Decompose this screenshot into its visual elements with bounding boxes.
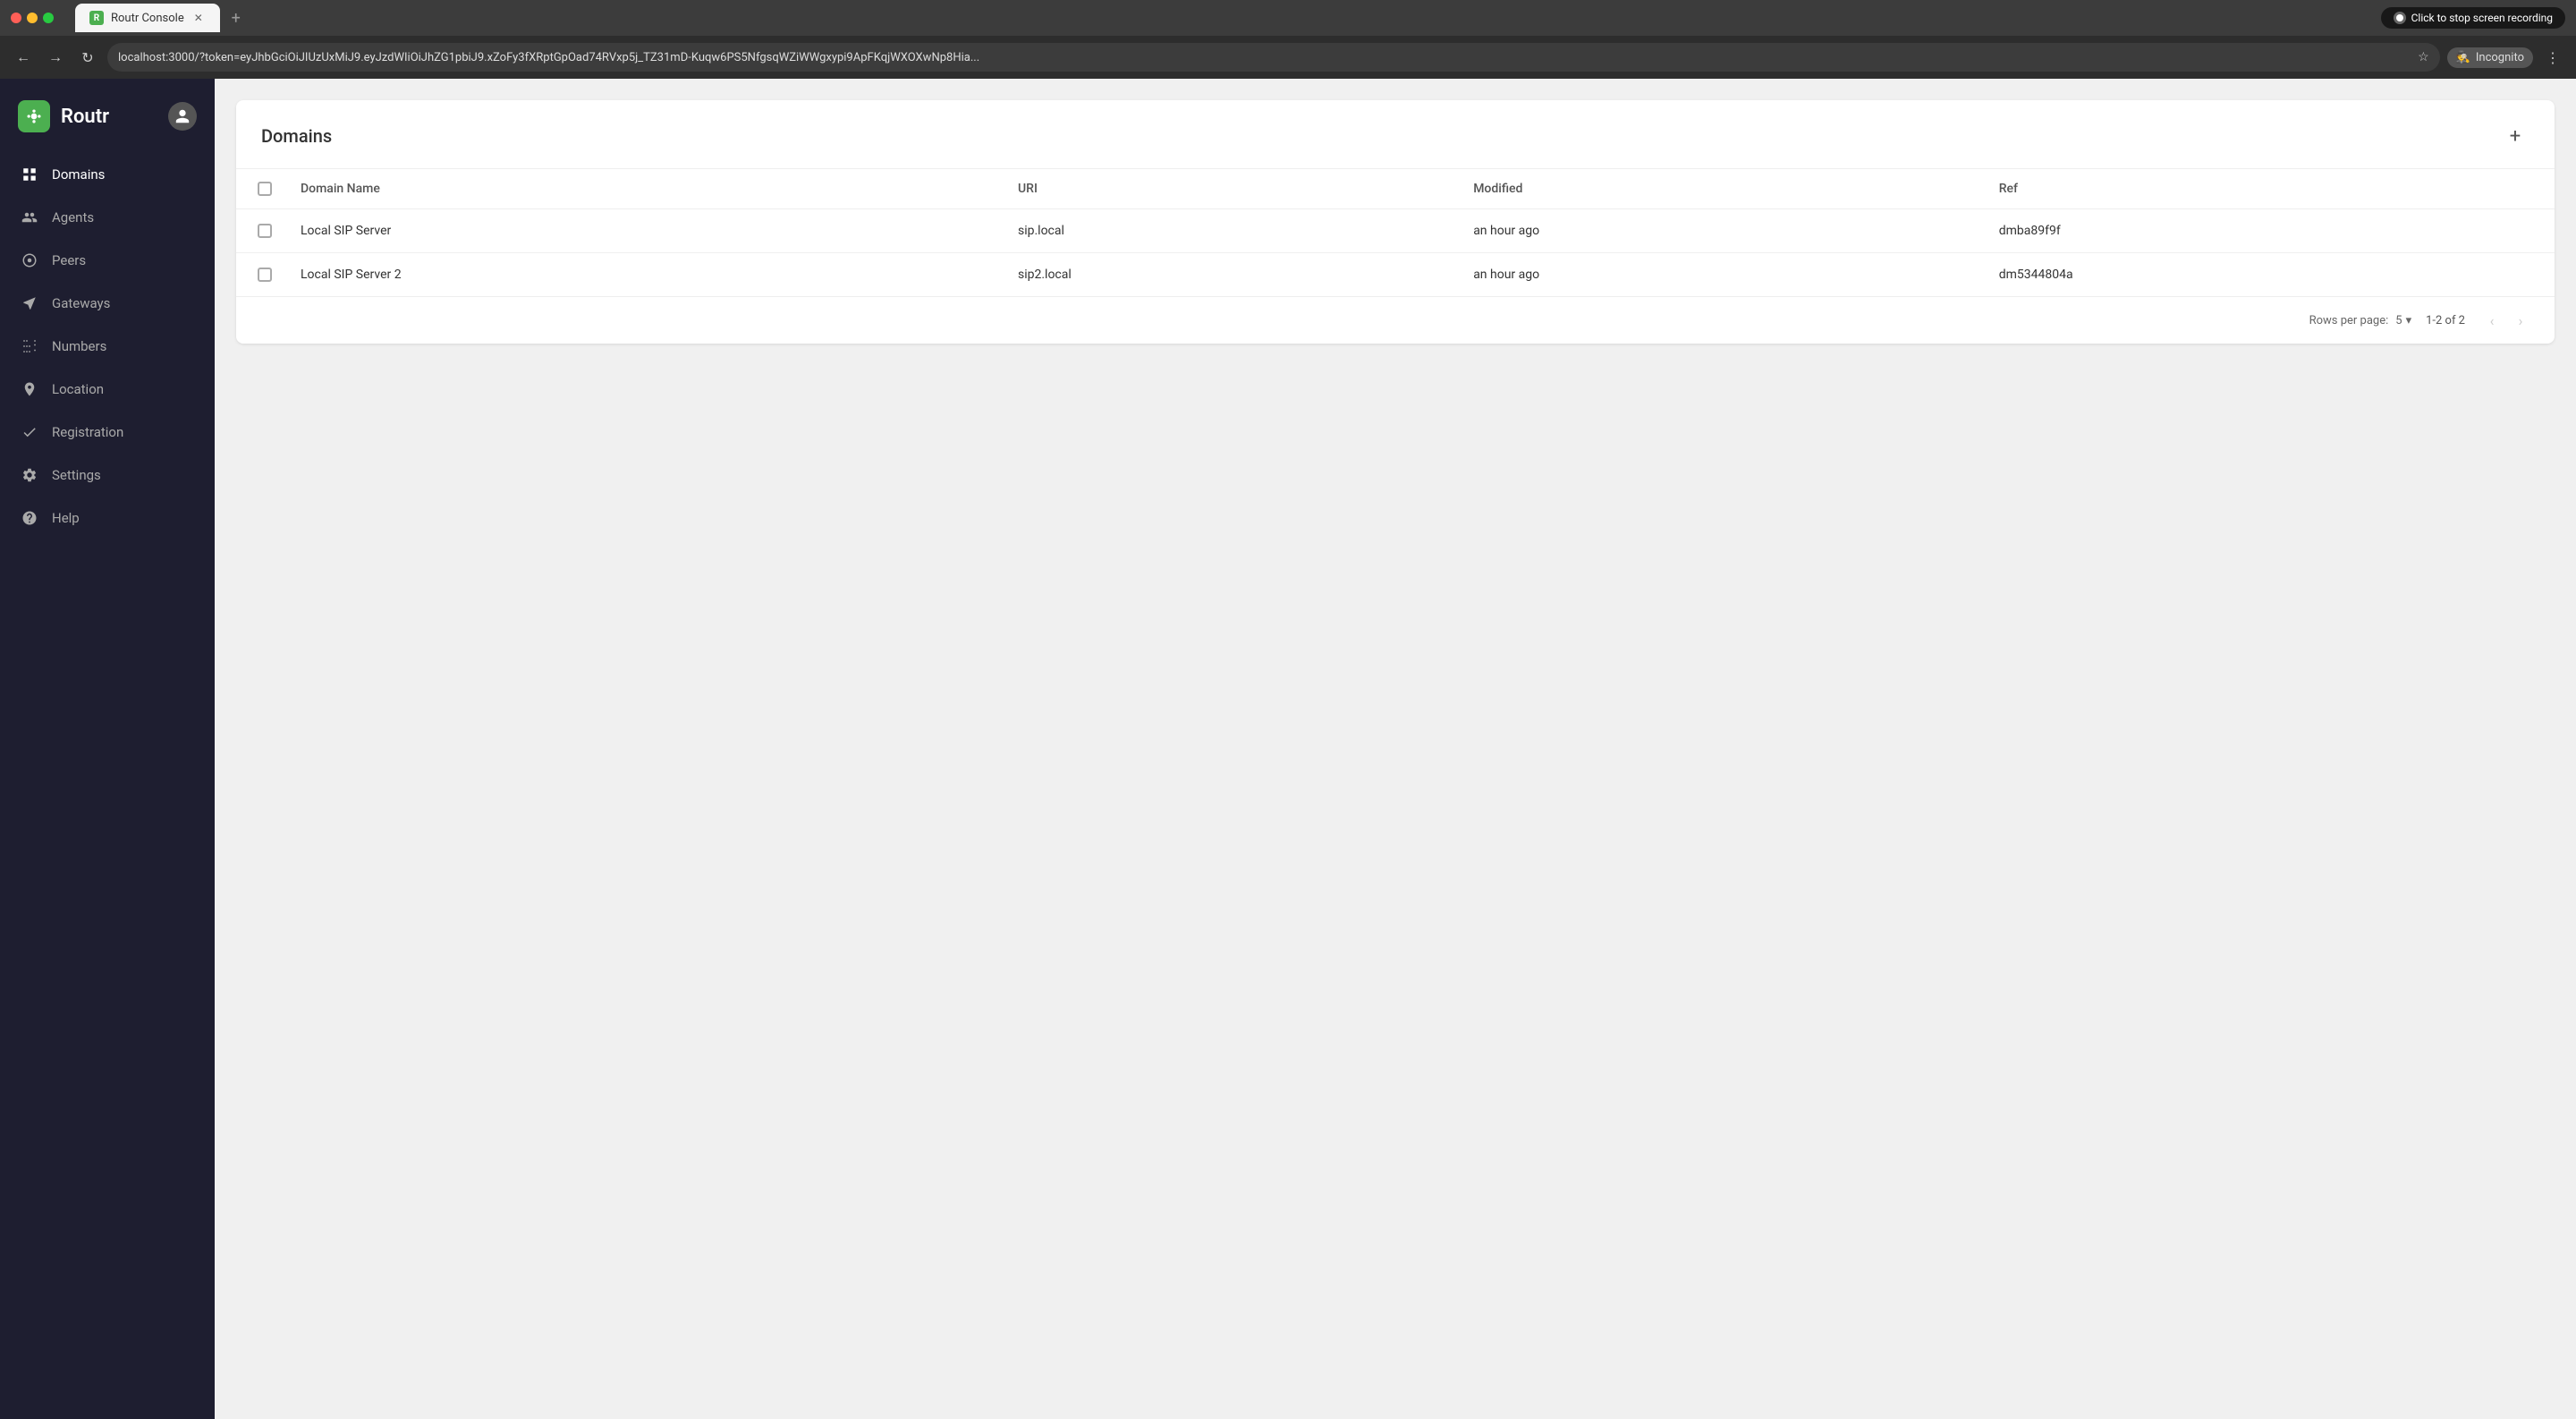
- ref-column-header: Ref: [1985, 169, 2555, 209]
- sidebar-label-peers: Peers: [52, 252, 86, 268]
- page-title: Domains: [261, 125, 332, 147]
- browser-menu-button[interactable]: ⋮: [2540, 45, 2565, 70]
- browser-chrome: R Routr Console ✕ + Click to stop screen…: [0, 0, 2576, 79]
- tab-favicon: R: [89, 11, 104, 25]
- prev-page-button[interactable]: ‹: [2479, 308, 2504, 333]
- row-domain-name-0: Local SIP Server: [286, 209, 1004, 253]
- row-uri-1: sip2.local: [1004, 253, 1459, 297]
- incognito-icon: 🕵: [2456, 51, 2470, 64]
- row-ref-1: dm5344804a: [1985, 253, 2555, 297]
- select-all-column: [236, 169, 286, 209]
- numbers-icon: [20, 336, 39, 356]
- active-tab[interactable]: R Routr Console ✕: [75, 4, 220, 32]
- sidebar-item-help[interactable]: Help: [7, 497, 208, 539]
- sidebar-label-numbers: Numbers: [52, 338, 106, 354]
- app-logo: Routr: [0, 86, 215, 147]
- card-header: Domains +: [236, 100, 2555, 169]
- next-page-button[interactable]: ›: [2508, 308, 2533, 333]
- help-icon: [20, 508, 39, 528]
- sidebar-item-settings[interactable]: Settings: [7, 455, 208, 496]
- add-domain-button[interactable]: +: [2501, 122, 2529, 150]
- sidebar-nav: Domains Agents Peers: [0, 154, 215, 539]
- reload-button[interactable]: ↻: [75, 45, 100, 70]
- tab-bar: R Routr Console ✕ +: [68, 4, 256, 32]
- row-checkbox-0[interactable]: [258, 224, 272, 238]
- table-row: Local SIP Server sip.local an hour ago d…: [236, 209, 2555, 253]
- table-row: Local SIP Server 2 sip2.local an hour ag…: [236, 253, 2555, 297]
- rows-per-page-value: 5: [2395, 314, 2402, 327]
- logo-icon: [18, 100, 50, 132]
- sidebar-label-domains: Domains: [52, 166, 105, 183]
- sidebar-item-location[interactable]: Location: [7, 369, 208, 410]
- sidebar-label-gateways: Gateways: [52, 295, 110, 311]
- row-modified-1: an hour ago: [1459, 253, 1985, 297]
- tab-title: Routr Console: [111, 12, 184, 25]
- recording-dot-icon: [2394, 12, 2406, 24]
- pagination-info: 1-2 of 2: [2426, 314, 2465, 327]
- row-ref-0: dmba89f9f: [1985, 209, 2555, 253]
- uri-column-header: URI: [1004, 169, 1459, 209]
- sidebar-item-domains[interactable]: Domains: [7, 154, 208, 195]
- rows-per-page-dropdown-icon: ▾: [2406, 314, 2412, 327]
- agents-icon: [20, 208, 39, 227]
- settings-icon: [20, 465, 39, 485]
- incognito-badge: 🕵 Incognito: [2447, 47, 2533, 68]
- row-modified-0: an hour ago: [1459, 209, 1985, 253]
- row-checkbox-1[interactable]: [258, 268, 272, 282]
- sidebar-label-help: Help: [52, 510, 80, 526]
- sidebar-item-agents[interactable]: Agents: [7, 197, 208, 238]
- sidebar-label-agents: Agents: [52, 209, 94, 225]
- table-header-row: Domain Name URI Modified Ref: [236, 169, 2555, 209]
- modified-column-header: Modified: [1459, 169, 1985, 209]
- domains-card: Domains + Domain Name URI Modified Ref: [236, 100, 2555, 344]
- select-all-checkbox[interactable]: [258, 182, 272, 196]
- new-tab-button[interactable]: +: [224, 5, 249, 30]
- table-footer: Rows per page: 5 ▾ 1-2 of 2 ‹ ›: [236, 296, 2555, 344]
- app-name: Routr: [61, 106, 109, 128]
- pagination-buttons: ‹ ›: [2479, 308, 2533, 333]
- rows-per-page-select[interactable]: 5 ▾: [2395, 314, 2411, 327]
- gateways-icon: [20, 293, 39, 313]
- location-icon: [20, 379, 39, 399]
- sidebar-item-numbers[interactable]: Numbers: [7, 326, 208, 367]
- toolbar-right: 🕵 Incognito ⋮: [2447, 45, 2565, 70]
- domains-table: Domain Name URI Modified Ref Local SIP S…: [236, 169, 2555, 296]
- recording-text: Click to stop screen recording: [2411, 12, 2553, 24]
- back-button[interactable]: ←: [11, 45, 36, 70]
- row-select-cell: [236, 209, 286, 253]
- browser-titlebar: R Routr Console ✕ + Click to stop screen…: [0, 0, 2576, 36]
- sidebar-item-registration[interactable]: Registration: [7, 412, 208, 453]
- domains-icon: [20, 165, 39, 184]
- domain-name-column-header: Domain Name: [286, 169, 1004, 209]
- address-bar[interactable]: localhost:3000/?token=eyJhbGciOiJIUzUxMi…: [107, 43, 2440, 72]
- recording-badge[interactable]: Click to stop screen recording: [2381, 7, 2565, 29]
- sidebar-label-settings: Settings: [52, 467, 101, 483]
- close-window-button[interactable]: [11, 13, 21, 23]
- rows-per-page-control: Rows per page: 5 ▾: [2309, 314, 2412, 327]
- peers-icon: [20, 251, 39, 270]
- url-text: localhost:3000/?token=eyJhbGciOiJIUzUxMi…: [118, 51, 2418, 64]
- tab-close-button[interactable]: ✕: [191, 11, 206, 25]
- sidebar: Routr Domains: [0, 79, 215, 1419]
- sidebar-item-gateways[interactable]: Gateways: [7, 283, 208, 324]
- minimize-window-button[interactable]: [27, 13, 38, 23]
- maximize-window-button[interactable]: [43, 13, 54, 23]
- bookmark-icon[interactable]: ☆: [2418, 50, 2429, 64]
- row-select-cell: [236, 253, 286, 297]
- incognito-label: Incognito: [2476, 51, 2524, 64]
- sidebar-item-peers[interactable]: Peers: [7, 240, 208, 281]
- row-uri-0: sip.local: [1004, 209, 1459, 253]
- row-domain-name-1: Local SIP Server 2: [286, 253, 1004, 297]
- browser-toolbar: ← → ↻ localhost:3000/?token=eyJhbGciOiJI…: [0, 36, 2576, 79]
- app-container: Routr Domains: [0, 79, 2576, 1419]
- traffic-lights: [11, 13, 54, 23]
- user-avatar[interactable]: [168, 102, 197, 131]
- main-content: Domains + Domain Name URI Modified Ref: [215, 79, 2576, 1419]
- rows-per-page-label: Rows per page:: [2309, 314, 2389, 327]
- registration-icon: [20, 422, 39, 442]
- sidebar-label-location: Location: [52, 381, 104, 397]
- forward-button[interactable]: →: [43, 45, 68, 70]
- sidebar-label-registration: Registration: [52, 424, 123, 440]
